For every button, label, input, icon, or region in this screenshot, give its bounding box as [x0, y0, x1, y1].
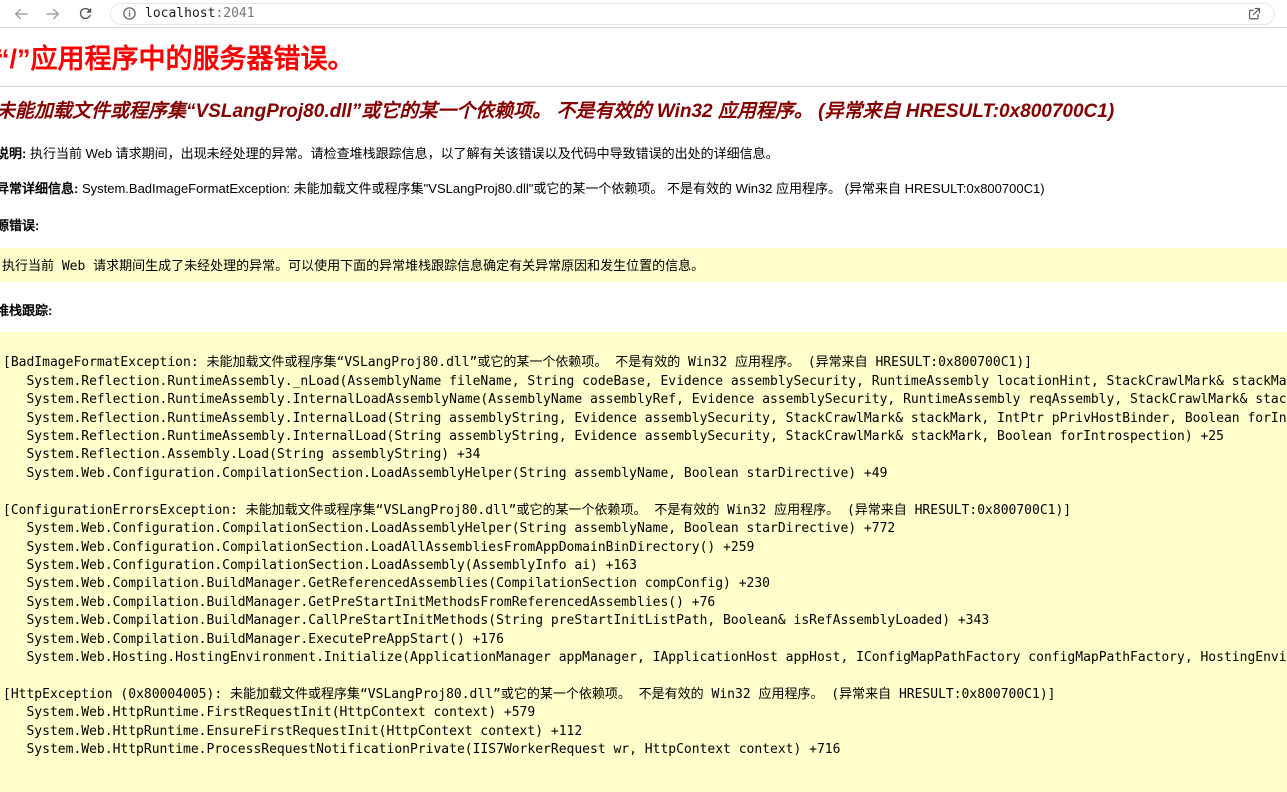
description-text: 执行当前 Web 请求期间，出现未经处理的异常。请检查堆栈跟踪信息，以了解有关该… [26, 146, 778, 161]
back-arrow-icon [12, 5, 30, 23]
forward-button[interactable] [40, 2, 66, 26]
url-host: localhost [145, 6, 215, 21]
source-error-box: 执行当前 Web 请求期间生成了未经处理的异常。可以使用下面的异常堆栈跟踪信息确… [0, 248, 1287, 282]
reload-button[interactable] [72, 2, 98, 26]
back-button[interactable] [8, 2, 34, 26]
address-bar[interactable]: localhost:2041 [110, 3, 1275, 25]
page-title: “/”应用程序中的服务器错误。 [0, 43, 1287, 77]
stack-trace-box: [BadImageFormatException: 未能加载文件或程序集“VSL… [0, 332, 1287, 792]
stack-trace-text: [BadImageFormatException: 未能加载文件或程序集“VSL… [3, 354, 1281, 759]
url-text: localhost:2041 [145, 6, 255, 21]
stack-trace-label: 堆栈跟踪: [0, 300, 1287, 319]
exception-details-label: 异常详细信息: [0, 181, 78, 196]
forward-arrow-icon [44, 5, 62, 23]
source-error-text: 执行当前 Web 请求期间生成了未经处理的异常。可以使用下面的异常堆栈跟踪信息确… [2, 259, 704, 274]
description-label: 说明: [0, 146, 26, 161]
share-icon [1246, 5, 1263, 22]
share-button[interactable] [1242, 3, 1266, 25]
error-subtitle: 未能加载文件或程序集“VSLangProj80.dll”或它的某一个依赖项。 不… [0, 100, 1287, 125]
server-error-page: “/”应用程序中的服务器错误。 未能加载文件或程序集“VSLangProj80.… [0, 43, 1287, 792]
description-paragraph: 说明: 执行当前 Web 请求期间，出现未经处理的异常。请检查堆栈跟踪信息，以了… [0, 143, 1287, 162]
url-port: :2041 [215, 6, 254, 21]
browser-toolbar: localhost:2041 [0, 0, 1287, 28]
info-icon [122, 6, 137, 21]
exception-details-text: System.BadImageFormatException: 未能加载文件或程… [78, 181, 1044, 196]
reload-icon [77, 5, 94, 22]
page-info-button[interactable] [119, 4, 139, 24]
exception-details-paragraph: 异常详细信息: System.BadImageFormatException: … [0, 178, 1287, 197]
source-error-label: 源错误: [0, 215, 1287, 234]
title-divider [0, 86, 1287, 87]
